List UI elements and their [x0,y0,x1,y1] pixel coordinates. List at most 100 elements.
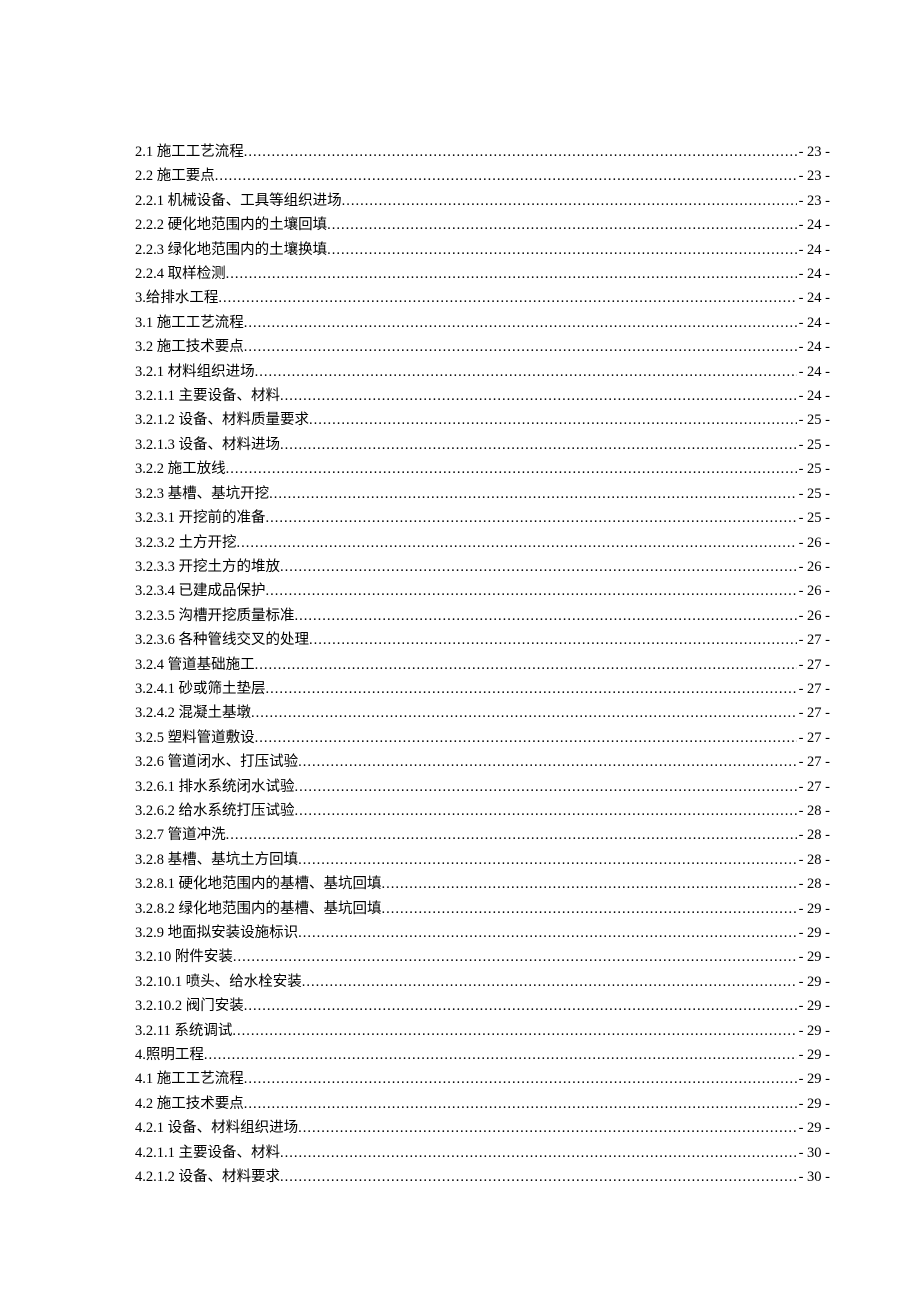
toc-entry-title: 2.2.1 机械设备、工具等组织进场 [135,189,342,213]
toc-entry: 3.2.1.3 设备、材料进场 - 25 - [135,433,830,457]
toc-leader-dots [295,604,797,628]
toc-entry-title: 4.2 施工技术要点 [135,1092,244,1116]
toc-entry-title: 3.2.3.5 沟槽开挖质量标准 [135,604,295,628]
toc-entry-title: 3.2.8.2 绿化地范围内的基槽、基坑回填 [135,897,382,921]
toc-entry-page: - 29 - [797,1092,830,1116]
toc-entry-page: - 24 - [797,213,830,237]
toc-entry: 3.2.11 系统调试 - 29 - [135,1019,830,1043]
toc-entry-page: - 27 - [797,628,830,652]
toc-leader-dots [382,897,797,921]
toc-entry-page: - 28 - [797,823,830,847]
toc-entry: 3.2.4 管道基础施工- 27 - [135,653,830,677]
toc-entry-title: 3.2 施工技术要点 [135,335,244,359]
toc-entry: 3.2.8.2 绿化地范围内的基槽、基坑回填 - 29 - [135,897,830,921]
toc-entry: 3.2.8 基槽、基坑土方回填 - 28 - [135,848,830,872]
toc-entry: 3.2.3.3 开挖土方的堆放 - 26 - [135,555,830,579]
toc-leader-dots [226,262,797,286]
toc-entry: 3.2.3.6 各种管线交叉的处理 - 27 - [135,628,830,652]
toc-leader-dots [218,286,796,310]
toc-entry: 3.2.4.2 混凝土基墩 - 27 - [135,701,830,725]
toc-leader-dots [226,823,797,847]
toc-entry: 3.2.10.1 喷头、给水栓安装 - 29 - [135,970,830,994]
toc-entry: 3.2.3.4 已建成品保护 - 26 - [135,579,830,603]
toc-entry-title: 3.2.5 塑料管道敷设 [135,726,255,750]
toc-entry: 3.给排水工程 - 24 - [135,286,830,310]
toc-leader-dots [255,726,797,750]
toc-entry-title: 2.1 施工工艺流程 [135,140,244,164]
toc-entry-title: 3.2.10.1 喷头、给水栓安装 [135,970,302,994]
toc-leader-dots [327,238,796,262]
toc-leader-dots [280,384,797,408]
toc-entry-page: - 24 - [797,238,830,262]
toc-leader-dots [204,1043,797,1067]
toc-page: 2.1 施工工艺流程 - 23 - 2.2 施工要点 - 23 - 2.2.1 机械设备… [0,0,920,1289]
toc-entry-title: 3.1 施工工艺流程 [135,311,244,335]
toc-entry-page: - 23 - [797,164,830,188]
toc-entry-page: - 27 - [797,677,830,701]
toc-entry: 4.2 施工技术要点 - 29 - [135,1092,830,1116]
toc-entry-page: - 25 - [797,408,830,432]
toc-entry: 4.2.1 设备、材料组织进场 - 29 - [135,1116,830,1140]
toc-entry-page: - 24 - [797,335,830,359]
toc-entry-title: 3.2.8.1 硬化地范围内的基槽、基坑回填 [135,872,382,896]
toc-entry-page: - 24 - [797,384,830,408]
toc-entry-page: - 24 - [797,286,830,310]
toc-leader-dots [215,164,797,188]
toc-entry: 2.1 施工工艺流程 - 23 - [135,140,830,164]
toc-entry-title: 2.2 施工要点 [135,164,215,188]
toc-entry-title: 3.2.3.6 各种管线交叉的处理 [135,628,309,652]
toc-entry-title: 3.2.1.3 设备、材料进场 [135,433,280,457]
toc-entry-title: 3.2.4.2 混凝土基墩 [135,701,251,725]
toc-entry-title: 3.2.3.2 土方开挖 [135,531,237,555]
toc-entry-page: - 26 - [797,531,830,555]
toc-leader-dots [382,872,797,896]
toc-entry-title: 3.2.6.2 给水系统打压试验 [135,799,295,823]
toc-entry-page: - 25 - [797,506,830,530]
toc-entry: 3.2.8.1 硬化地范围内的基槽、基坑回填 - 28 - [135,872,830,896]
toc-leader-dots [244,1067,797,1091]
toc-entry-title: 3.2.4.1 砂或筛土垫层 [135,677,266,701]
toc-entry: 3.2.2 施工放线 - 25 - [135,457,830,481]
toc-entry-title: 3.2.6 管道闭水、打压试验 [135,750,298,774]
toc-entry: 2.2.4 取样检测 - 24 - [135,262,830,286]
toc-entry-title: 3.2.1 材料组织进场 [135,360,255,384]
toc-leader-dots [244,1092,797,1116]
toc-entry-page: - 25 - [797,457,830,481]
toc-entry: 2.2 施工要点 - 23 - [135,164,830,188]
toc-entry-title: 3.2.3.1 开挖前的准备 [135,506,266,530]
toc-entry-page: - 29 - [797,945,830,969]
toc-leader-dots [295,799,797,823]
toc-entry-page: - 23 - [797,140,830,164]
toc-entry: 4.2.1.2 设备、材料要求 - 30 - [135,1165,830,1189]
toc-entry: 3.2.10 附件安装 - 29 - [135,945,830,969]
toc-leader-dots [255,653,797,677]
toc-entry-title: 3.2.2 施工放线 [135,457,226,481]
toc-entry: 2.2.3 绿化地范围内的土壤换填 - 24 - [135,238,830,262]
toc-leader-dots [233,945,797,969]
toc-leader-dots [280,555,797,579]
toc-entry-title: 2.2.4 取样检测 [135,262,226,286]
toc-leader-dots [244,335,797,359]
toc-entry-page: - 25 - [797,433,830,457]
toc-entry: 3.2.5 塑料管道敷设 - 27 - [135,726,830,750]
toc-leader-dots [255,360,797,384]
toc-entry-page: - 24 - [797,360,830,384]
toc-entry: 3.2.7 管道冲洗- 28 - [135,823,830,847]
toc-leader-dots [280,1165,797,1189]
toc-entry: 3.2.1.1 主要设备、材料 - 24 - [135,384,830,408]
toc-entry-title: 3.2.3.3 开挖土方的堆放 [135,555,280,579]
toc-entry-page: - 27 - [797,701,830,725]
toc-entry-title: 4.1 施工工艺流程 [135,1067,244,1091]
toc-entry-title: 4.2.1.1 主要设备、材料 [135,1141,280,1165]
toc-entry-title: 4.2.1.2 设备、材料要求 [135,1165,280,1189]
toc-entry-title: 3.2.4 管道基础施工 [135,653,255,677]
toc-entry-page: - 27 - [797,726,830,750]
toc-leader-dots [309,408,797,432]
toc-entry-title: 3.2.6.1 排水系统闭水试验 [135,775,295,799]
toc-leader-dots [232,1019,796,1043]
toc-leader-dots [244,140,797,164]
toc-entry-title: 4.照明工程 [135,1043,204,1067]
toc-entry: 3.2.3.1 开挖前的准备 - 25 - [135,506,830,530]
toc-entry-title: 3.2.10.2 阀门安装 [135,994,244,1018]
toc-entry-page: - 27 - [797,750,830,774]
